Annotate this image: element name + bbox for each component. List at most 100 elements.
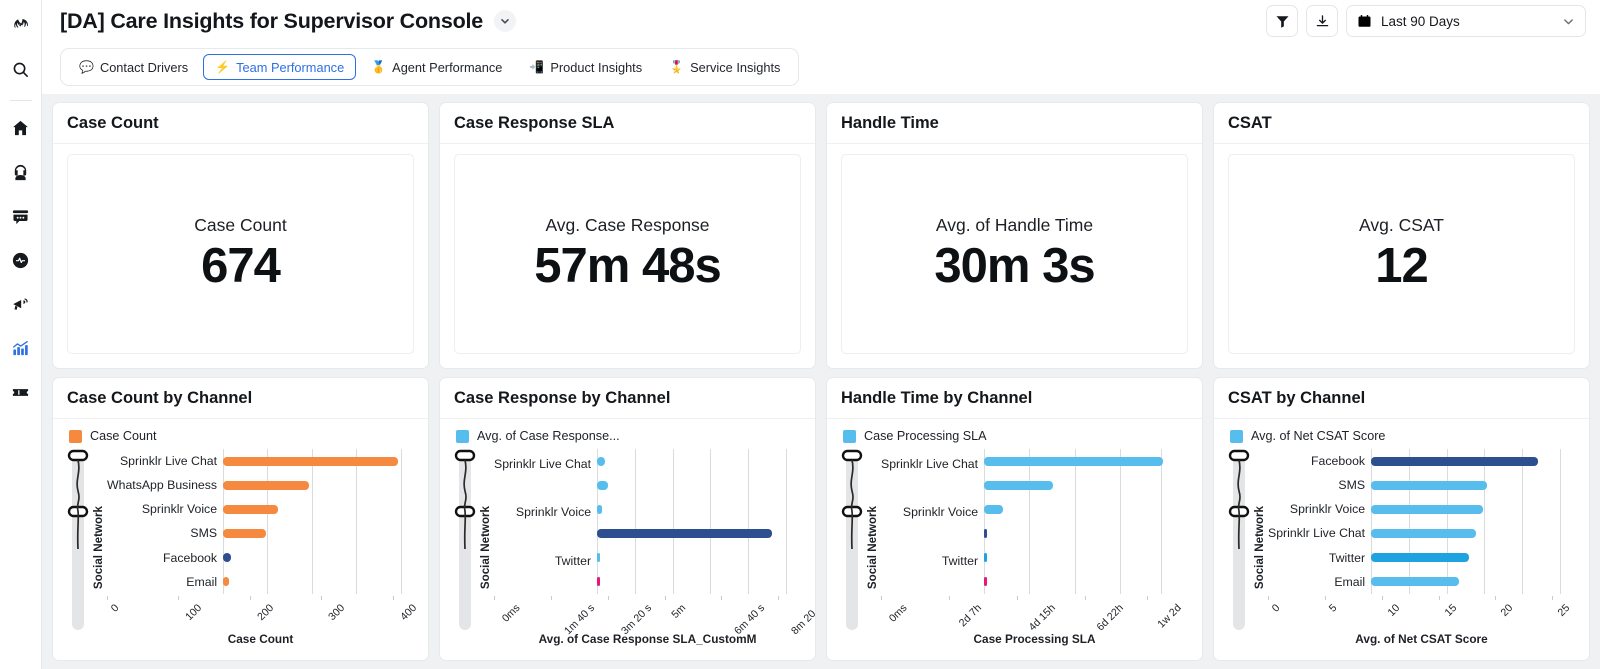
bar[interactable]	[223, 529, 266, 539]
card-body: Case Count 674	[53, 144, 428, 368]
tab-team-performance[interactable]: ⚡ Team Performance	[203, 54, 357, 80]
ticket-icon[interactable]	[6, 377, 36, 407]
chart-icon[interactable]	[6, 333, 36, 363]
vertical-scrollbar[interactable]	[841, 449, 863, 646]
bar[interactable]	[223, 577, 230, 587]
kpi-metric-label: Avg. of Handle Time	[935, 214, 1094, 235]
bar[interactable]	[984, 553, 988, 563]
download-button[interactable]	[1306, 5, 1338, 37]
category-label: Sprinklr Live Chat	[494, 457, 592, 471]
card-header: Case Response by Channel	[440, 378, 815, 419]
chart-legend: Case Count	[69, 429, 414, 443]
bar[interactable]	[223, 504, 278, 514]
bar[interactable]	[597, 577, 601, 587]
home-icon[interactable]	[6, 113, 36, 143]
legend-swatch	[456, 429, 469, 443]
megaphone-icon[interactable]	[6, 289, 36, 319]
main-content: [DA] Care Insights for Supervisor Consol…	[42, 0, 1600, 669]
category-label: Sprinklr Voice	[515, 505, 592, 520]
title-chevron-down-icon[interactable]	[494, 10, 517, 32]
card-header: Handle Time by Channel	[827, 378, 1202, 419]
bar[interactable]	[984, 529, 988, 539]
vertical-scrollbar[interactable]	[1228, 449, 1250, 646]
x-tick-label: 200	[254, 602, 276, 623]
bar[interactable]	[597, 504, 602, 514]
search-icon[interactable]	[6, 54, 36, 84]
category-label: Email	[186, 574, 218, 589]
bar-row	[597, 577, 801, 587]
bar[interactable]	[223, 553, 232, 563]
top-bar: [DA] Care Insights for Supervisor Consol…	[42, 0, 1600, 42]
bar-row	[597, 529, 801, 539]
bar[interactable]	[223, 480, 309, 490]
bar-row	[1371, 553, 1575, 563]
bar[interactable]	[223, 456, 398, 466]
x-tick-label: 25	[1555, 602, 1573, 619]
tab-emoji-icon: 🥇	[371, 60, 387, 74]
tab-emoji-icon: 🎖️	[669, 60, 685, 74]
plot-area: Social Network Sprinklr Live Chat Sprinklr…	[841, 449, 1188, 646]
grid-column: Sprinklr Live Chat Sprinklr Voice Twitter 0…	[881, 449, 1188, 646]
bars-zone: Sprinklr Live Chat Sprinklr Voice Twitter	[881, 449, 1188, 594]
tab-service-insights[interactable]: 🎖️ Service Insights	[657, 54, 792, 80]
chevron-down-icon[interactable]	[1562, 15, 1575, 28]
chat-icon[interactable]	[6, 201, 36, 231]
tab-contact-drivers[interactable]: 💬 Contact Drivers	[67, 54, 200, 80]
y-axis-title: Social Network	[1251, 449, 1268, 646]
x-tick-label: 1w 2d	[1154, 602, 1184, 631]
x-tick-label: 6d 22h	[1094, 602, 1127, 634]
agent-icon[interactable]	[6, 157, 36, 187]
card-header: Case Count by Channel	[53, 378, 428, 419]
chart-row: Case Count by Channel Case Count Social Ne…	[52, 377, 1590, 661]
x-axis-ticks: 0ms 1m 40 s 3m 20 s 5m 6m 40 s 8m 20 s	[494, 596, 815, 637]
category-label: Sprinklr Voice	[141, 502, 218, 517]
x-tick-label: 300	[326, 602, 348, 623]
bar[interactable]	[1371, 529, 1477, 539]
bar[interactable]	[1371, 504, 1483, 514]
kpi-card: CSAT Avg. CSAT 12	[1213, 102, 1590, 369]
tab-emoji-icon: ⚡	[215, 60, 231, 74]
bar[interactable]	[597, 456, 606, 466]
tab-product-insights[interactable]: 📲 Product Insights	[517, 54, 654, 80]
bar[interactable]	[984, 504, 1003, 514]
plot-area: Social Network Sprinklr Live Chat Sprinklr…	[454, 449, 815, 646]
legend-label: Case Count	[90, 429, 157, 443]
bar[interactable]	[984, 480, 1053, 490]
plot	[1371, 449, 1575, 594]
x-tick-label: 0ms	[886, 602, 910, 625]
plot	[984, 449, 1188, 594]
date-range-label: Last 90 Days	[1381, 13, 1460, 29]
chart-card: Handle Time by Channel Case Processing SL…	[826, 377, 1203, 661]
grid-column: Sprinklr Live Chat Sprinklr Voice Twitter 0…	[494, 449, 815, 646]
bar[interactable]	[597, 553, 601, 563]
logo-icon[interactable]	[6, 10, 36, 40]
tab-agent-performance[interactable]: 🥇 Agent Performance	[359, 54, 514, 80]
chart-legend: Case Processing SLA	[843, 429, 1188, 443]
chart: Avg. of Case Response... Social Network Sp…	[454, 429, 815, 646]
bar[interactable]	[597, 480, 609, 490]
filter-button[interactable]	[1266, 5, 1298, 37]
category-label: Sprinklr Voice	[902, 505, 979, 520]
bar[interactable]	[984, 456, 1163, 466]
chart-legend: Avg. of Net CSAT Score	[1230, 429, 1575, 443]
gridlines	[597, 449, 801, 594]
x-axis-ticks: 0ms 2d 7h 4d 15h 6d 22h 1w 2d	[881, 596, 1188, 634]
kpi-card: Case Response SLA Avg. Case Response 57m 4…	[439, 102, 816, 369]
bar[interactable]	[1371, 553, 1470, 563]
category-labels: Facebook SMS Sprinklr Voice Sprinklr Live C…	[1268, 449, 1371, 594]
pulse-icon[interactable]	[6, 245, 36, 275]
x-tick-label: 5	[1326, 602, 1340, 615]
vertical-scrollbar[interactable]	[454, 449, 476, 646]
x-tick-label: 20	[1498, 602, 1516, 619]
grid-column: Facebook SMS Sprinklr Voice Sprinklr Live C…	[1268, 449, 1575, 646]
tab-label: Agent Performance	[392, 59, 503, 75]
bar[interactable]	[597, 529, 772, 539]
bar[interactable]	[1371, 577, 1460, 587]
tab-emoji-icon: 💬	[79, 60, 94, 74]
tab-emoji-icon: 📲	[529, 60, 545, 74]
bar[interactable]	[1371, 456, 1538, 466]
vertical-scrollbar[interactable]	[67, 449, 89, 646]
bar[interactable]	[1371, 480, 1487, 490]
date-range-picker[interactable]: Last 90 Days	[1346, 5, 1586, 37]
bar[interactable]	[984, 577, 988, 587]
